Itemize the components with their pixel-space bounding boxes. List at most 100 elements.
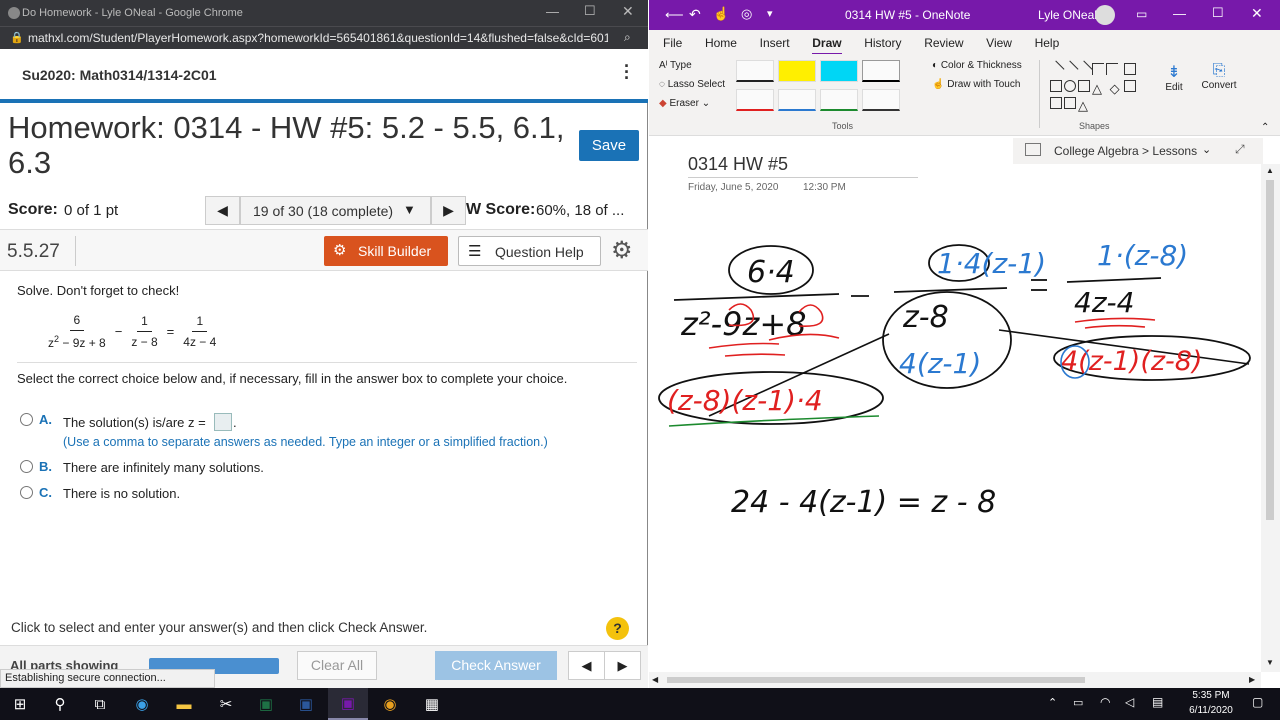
page-title[interactable]: 0314 HW #5: [688, 154, 788, 175]
volume-icon[interactable]: ◁: [1125, 695, 1134, 709]
save-button[interactable]: Save: [579, 130, 639, 161]
axis-shape-icon[interactable]: [1092, 63, 1104, 75]
pen-black-2[interactable]: [862, 60, 900, 82]
choice-b[interactable]: B. There are infinitely many solutions.: [19, 459, 419, 478]
choice-b-radio[interactable]: [20, 460, 33, 473]
choice-c-radio[interactable]: [20, 486, 33, 499]
search-icon[interactable]: ⚲: [40, 688, 80, 720]
calculator-icon[interactable]: ▦: [412, 688, 452, 720]
rect3-shape-icon[interactable]: [1078, 80, 1090, 92]
clock-time[interactable]: 5:35 PM: [1186, 690, 1236, 701]
ink-canvas[interactable]: 6·4 z²-9z+8 1·4(z-1) z-8 4(z-1) 1·(z-8) …: [649, 220, 1261, 540]
pen-red[interactable]: [736, 89, 774, 111]
draw-touch-tool[interactable]: ☝ Draw with Touch: [932, 79, 1020, 90]
tab-draw[interactable]: Draw: [812, 36, 842, 55]
skill-builder-button[interactable]: ⚙ Skill Builder: [324, 236, 448, 266]
ribbon-display-icon[interactable]: ▭: [1136, 7, 1147, 21]
scroll-thumb[interactable]: [1266, 180, 1274, 520]
trapezoid-shape-icon[interactable]: [1064, 97, 1076, 109]
minimize-icon[interactable]: —: [546, 4, 559, 19]
oval-shape-icon[interactable]: [1064, 80, 1076, 92]
grid2-shape-icon[interactable]: [1050, 97, 1062, 109]
undo-icon[interactable]: ↶: [689, 6, 701, 23]
tab-review[interactable]: Review: [924, 36, 963, 50]
scroll-up-icon[interactable]: ▲: [1266, 166, 1274, 175]
type-tool[interactable]: Aᴵ Type: [659, 60, 692, 71]
onenote-icon[interactable]: ▣: [328, 688, 368, 720]
battery-icon[interactable]: ▭: [1073, 696, 1083, 709]
tab-view[interactable]: View: [986, 36, 1012, 50]
vertical-scrollbar[interactable]: ▲ ▼: [1261, 164, 1280, 672]
notifications-icon[interactable]: ▢: [1252, 695, 1263, 709]
rect2-shape-icon[interactable]: [1050, 80, 1062, 92]
edit-button[interactable]: ⇟ Edit: [1159, 62, 1189, 93]
pen-green[interactable]: [820, 89, 858, 111]
word-icon[interactable]: ▣: [286, 688, 326, 720]
ink-replay-icon[interactable]: ◎: [741, 6, 752, 22]
color-thickness-tool[interactable]: ◐ Color & Thickness: [932, 60, 1022, 71]
pen-black[interactable]: [736, 60, 774, 82]
convert-button[interactable]: ⎘ Convert: [1201, 62, 1237, 91]
customize-icon[interactable]: ▾: [767, 7, 773, 20]
scroll-right-icon[interactable]: ▶: [1249, 675, 1255, 684]
back-icon[interactable]: ⟵: [665, 7, 684, 23]
windows-start-icon[interactable]: ⊞: [0, 688, 40, 720]
edge-icon[interactable]: ◉: [122, 688, 162, 720]
check-answer-button[interactable]: Check Answer: [435, 651, 557, 680]
rect-shape-icon[interactable]: [1123, 63, 1136, 75]
wifi-icon[interactable]: ◠: [1100, 695, 1110, 709]
triangle-shape-icon[interactable]: △: [1092, 81, 1104, 96]
tray-chevron-icon[interactable]: ⌃: [1048, 696, 1057, 709]
next-question-button[interactable]: ▶: [431, 196, 466, 225]
help-icon[interactable]: ?: [606, 617, 629, 640]
pen-blue[interactable]: [778, 89, 816, 111]
double-arrow-shape-icon[interactable]: [1075, 60, 1093, 78]
scroll-left-icon[interactable]: ◀: [652, 675, 658, 684]
bottom-prev-button[interactable]: ◀: [568, 651, 605, 680]
bottom-next-button[interactable]: ▶: [604, 651, 641, 680]
scroll-down-icon[interactable]: ▼: [1266, 658, 1274, 667]
maximize-icon[interactable]: ☐: [584, 3, 596, 19]
choice-a[interactable]: A. The solution(s) is/are z = . (Use a c…: [19, 412, 619, 453]
notebook-breadcrumb[interactable]: College Algebra > Lessons ⌄ ⤢: [1013, 138, 1263, 164]
keyboard-icon[interactable]: ▤: [1152, 695, 1163, 709]
prev-question-button[interactable]: ◀: [205, 196, 240, 225]
on-minimize-icon[interactable]: —: [1173, 6, 1186, 21]
tab-insert[interactable]: Insert: [760, 36, 790, 50]
tab-home[interactable]: Home: [705, 36, 737, 50]
file-explorer-icon[interactable]: ▬: [164, 688, 204, 720]
tab-file[interactable]: File: [663, 36, 682, 50]
answer-input[interactable]: [214, 413, 232, 431]
url-text[interactable]: mathxl.com/Student/PlayerHomework.aspx?h…: [28, 31, 608, 45]
tab-help[interactable]: Help: [1035, 36, 1060, 50]
pen-gray[interactable]: [862, 89, 900, 111]
choice-c[interactable]: C. There is no solution.: [19, 485, 419, 504]
horizontal-scrollbar[interactable]: ◀ ▶: [649, 672, 1261, 688]
grid-shape-icon[interactable]: [1123, 80, 1136, 92]
question-help-button[interactable]: ☰ Question Help: [458, 236, 601, 266]
clock-date[interactable]: 6/11/2020: [1182, 705, 1240, 716]
zoom-icon[interactable]: ⌕: [624, 30, 631, 45]
task-view-icon[interactable]: ⧉: [80, 688, 120, 720]
highlighter-cyan[interactable]: [820, 60, 858, 82]
highlighter-yellow[interactable]: [778, 60, 816, 82]
diamond-shape-icon[interactable]: ◇: [1110, 81, 1122, 96]
lasso-tool[interactable]: ◌ Lasso Select: [659, 79, 725, 90]
address-bar[interactable]: 🔒 mathxl.com/Student/PlayerHomework.aspx…: [0, 26, 648, 49]
settings-gear-icon[interactable]: ⚙: [611, 236, 633, 265]
on-maximize-icon[interactable]: ☐: [1212, 5, 1224, 21]
close-icon[interactable]: ✕: [622, 3, 634, 20]
more-menu-icon[interactable]: · · ·: [624, 57, 630, 87]
question-selector[interactable]: 19 of 30 (18 complete) ▼: [240, 196, 431, 225]
touch-icon[interactable]: ☝: [713, 6, 729, 22]
snip-icon[interactable]: ✂: [206, 688, 246, 720]
shapes-gallery[interactable]: △ ◇ △: [1047, 60, 1139, 113]
axis2-shape-icon[interactable]: [1106, 63, 1118, 75]
triangle2-shape-icon[interactable]: △: [1078, 98, 1090, 113]
tab-history[interactable]: History: [864, 36, 901, 50]
pen-gallery[interactable]: [734, 60, 924, 111]
on-close-icon[interactable]: ✕: [1251, 5, 1263, 22]
expand-icon[interactable]: ⤢: [1235, 142, 1245, 157]
chrome-icon[interactable]: ◉: [370, 688, 410, 720]
h-scroll-thumb[interactable]: [667, 677, 1085, 683]
